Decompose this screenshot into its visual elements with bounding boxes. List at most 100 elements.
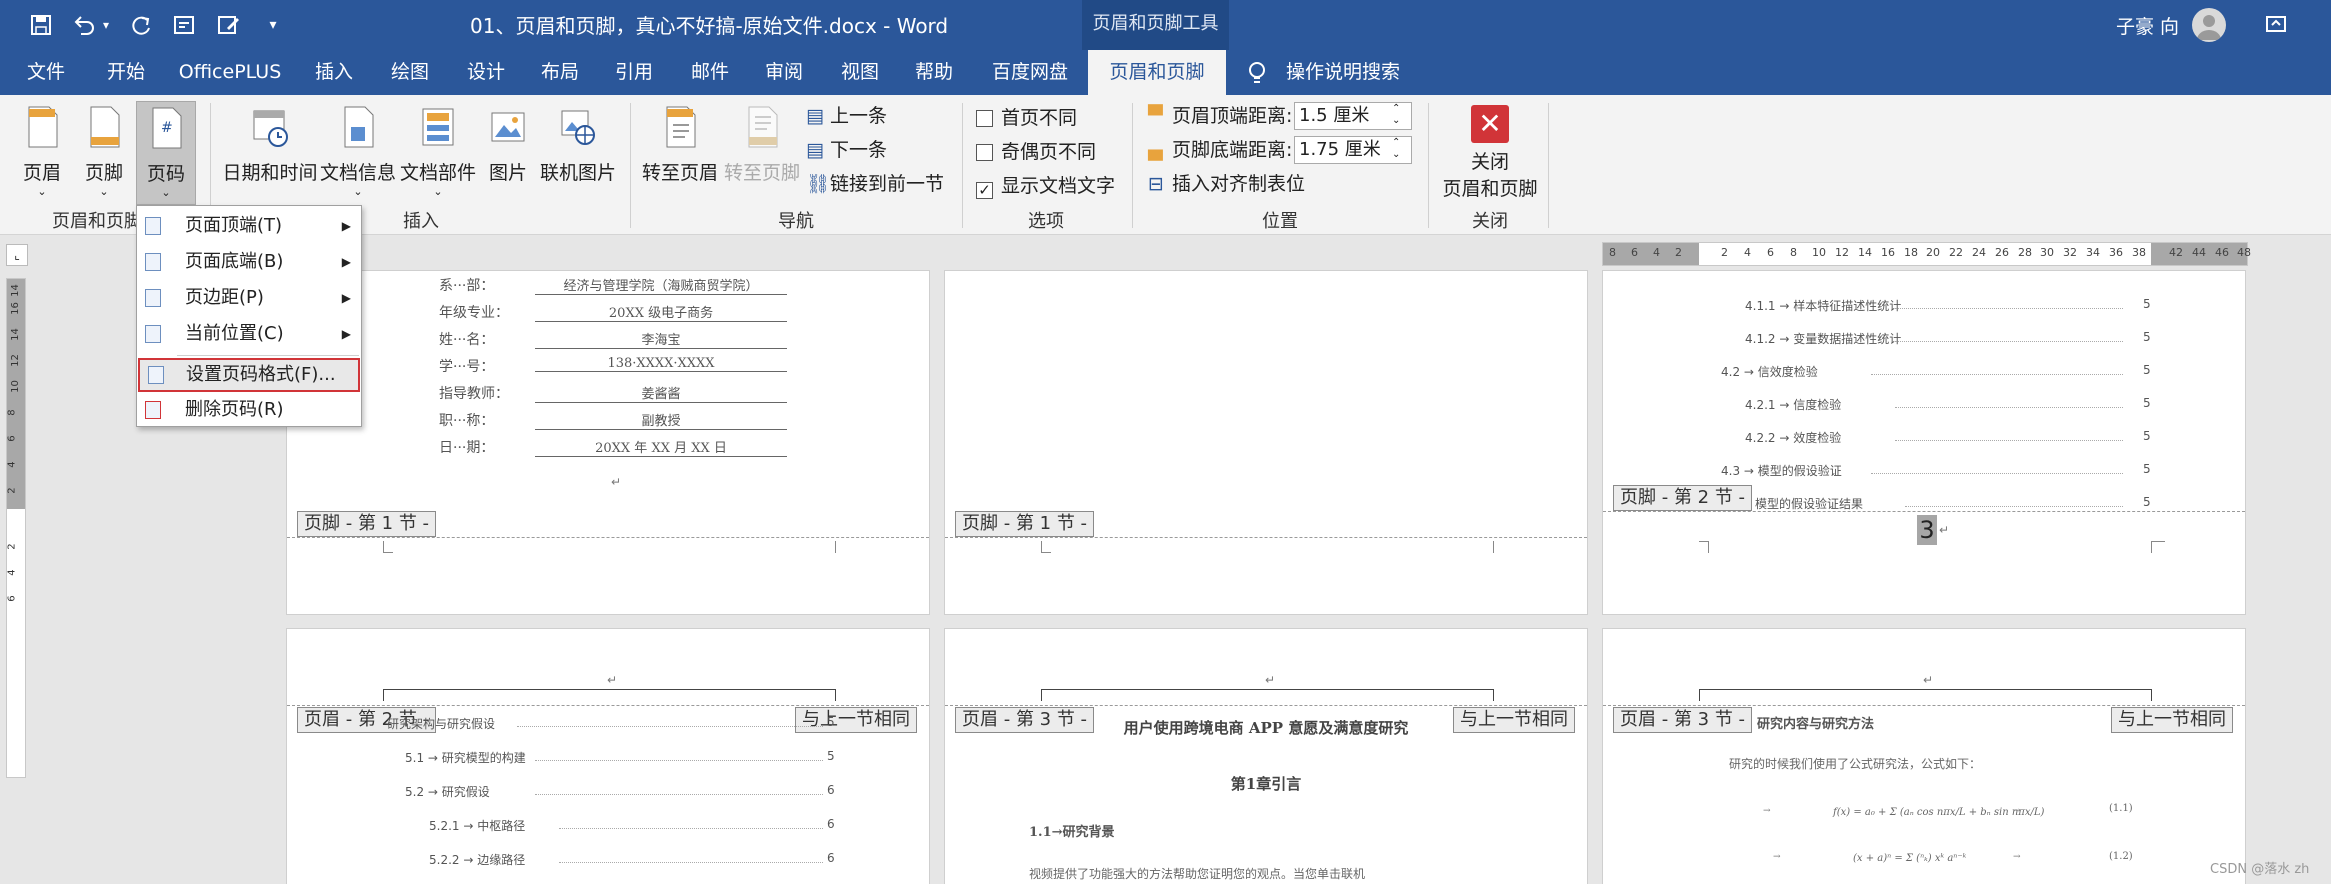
menu-item-current-position[interactable]: 当前位置(C) ▶ xyxy=(137,318,361,350)
header-distance-text: 页眉顶端距离: xyxy=(1172,105,1293,127)
page-1-bottom[interactable]: 系···部： 经济与管理学院（海贼商贸学院） 年级专业： 20XX 级电子商务 姓···… xyxy=(286,270,930,615)
document-main-title: 用户使用跨境电商 APP 意愿及满意度研究 xyxy=(1123,719,1409,737)
undo-icon[interactable] xyxy=(70,10,100,40)
vertical-ruler[interactable]: 14 16 14 12 10 8 6 4 2 2 4 6 xyxy=(6,278,26,778)
goto-header-button[interactable]: 转至页眉 xyxy=(640,105,720,185)
menu-item-top-of-page[interactable]: 页面顶端(T) ▶ xyxy=(137,210,361,242)
header-boundary xyxy=(945,705,1587,706)
menu-item-bottom-of-page[interactable]: 页面底端(B) ▶ xyxy=(137,246,361,278)
toc-entry[interactable]: 4.2 → 信效度检验 xyxy=(1721,363,1818,380)
page-5-top[interactable]: ↵ 页眉 - 第 3 节 - 与上一节相同 用户使用跨境电商 APP 意愿及满意… xyxy=(944,628,1588,884)
menu-item-remove-page-numbers[interactable]: 删除页码(R) xyxy=(137,394,361,426)
crop-mark xyxy=(835,541,845,553)
show-document-text-checkbox[interactable]: ✓ 显示文档文字 xyxy=(976,172,1115,200)
tab-draw[interactable]: 绘图 xyxy=(382,50,438,95)
toc-leader xyxy=(1871,374,2123,375)
toc-leader xyxy=(535,794,823,795)
toc-entry[interactable]: 模型的假设验证结果 xyxy=(1755,495,1863,512)
tab-insert[interactable]: 插入 xyxy=(306,50,362,95)
footer-button[interactable]: 页脚 ⌄ xyxy=(76,105,132,198)
tab-mailings[interactable]: 邮件 xyxy=(682,50,738,95)
toc-entry[interactable]: 4.1.1 → 样本特征描述性统计 xyxy=(1745,297,1901,314)
tab-selector[interactable]: ⌞ xyxy=(6,244,28,266)
different-odd-even-checkbox[interactable]: 奇偶页不同 xyxy=(976,138,1096,166)
page-6-top[interactable]: ↵ 页眉 - 第 3 节 - 与上一节相同 研究内容与研究方法 研究的时候我们使… xyxy=(1602,628,2246,884)
page-2-bottom[interactable]: 页脚 - 第 1 节 - xyxy=(944,270,1588,615)
current-position-icon xyxy=(145,325,161,343)
ruler-number: 4 xyxy=(6,461,18,468)
page-number-button[interactable]: # 页码 ⌄ xyxy=(136,101,196,205)
page-4-top[interactable]: ↵ 页眉 - 第 2 节 - 与上一节相同 研究架构与研究假设 5 5.1 → 研究… xyxy=(286,628,930,884)
footer-label: 页脚 xyxy=(84,162,123,184)
undo-dropdown-icon[interactable]: ▾ xyxy=(98,10,114,40)
tab-view[interactable]: 视图 xyxy=(832,50,888,95)
tab-references[interactable]: 引用 xyxy=(606,50,662,95)
tab-baidu-netdisk[interactable]: 百度网盘 xyxy=(984,50,1076,95)
body-paragraph: 视频提供了功能强大的方法帮助您证明您的观点。当您单击联机 xyxy=(1029,867,1366,881)
header-button[interactable]: 页眉 ⌄ xyxy=(14,105,70,198)
menu-item-label: 设置页码格式(F)... xyxy=(186,364,336,385)
picture-button[interactable]: 图片 xyxy=(484,105,532,185)
document-info-label: 文档信息 xyxy=(320,162,397,184)
submenu-arrow-icon: ▶ xyxy=(341,291,351,305)
online-pictures-button[interactable]: 联机图片 xyxy=(538,105,618,185)
menu-item-page-margins[interactable]: 页边距(P) ▶ xyxy=(137,282,361,314)
spin-arrows-icon[interactable]: ⌃ ⌄ xyxy=(1392,137,1400,161)
ruler-number: 4 xyxy=(1744,246,1751,259)
avatar[interactable] xyxy=(2192,8,2226,42)
cover-field-label: 学···号： xyxy=(439,359,495,375)
customize-qat-icon[interactable]: ▾ xyxy=(258,10,288,40)
tab-layout[interactable]: 布局 xyxy=(532,50,588,95)
tab-home[interactable]: 开始 xyxy=(98,50,154,95)
toc-entry[interactable]: 4.2.1 → 信度检验 xyxy=(1745,396,1841,413)
tab-review[interactable]: 审阅 xyxy=(756,50,812,95)
cover-field-value: 20XX 年 XX 月 XX 日 xyxy=(535,437,787,457)
same-as-previous-tag: 与上一节相同 xyxy=(795,707,917,733)
tab-officeplus[interactable]: OfficePLUS xyxy=(174,50,286,95)
crop-mark xyxy=(1699,541,1709,553)
toc-entry[interactable]: 5.2 → 研究假设 xyxy=(405,783,490,800)
crop-mark xyxy=(383,541,393,553)
ruler-number: 48 xyxy=(2237,246,2251,259)
tell-me-search[interactable]: 操作说明搜索 xyxy=(1286,50,1400,95)
toc-entry[interactable]: 5.1 → 研究模型的构建 xyxy=(405,749,526,766)
header-distance-icon: ▀ xyxy=(1148,105,1163,127)
save-icon[interactable] xyxy=(26,10,56,40)
goto-footer-button[interactable]: 转至页脚 xyxy=(722,105,802,185)
tab-file[interactable]: 文件 xyxy=(18,50,74,95)
horizontal-ruler[interactable]: 8 6 4 2 2 4 6 8 10 12 14 16 18 20 22 24 26 28 30 32 34 36 38 42… xyxy=(1602,242,2251,266)
toc-entry[interactable]: 4.3 → 模型的假设验证 xyxy=(1721,462,1842,479)
different-first-page-checkbox[interactable]: 首页不同 xyxy=(976,104,1077,132)
format-page-number-icon xyxy=(148,366,164,384)
quick-parts-button[interactable]: 文档部件 ⌄ xyxy=(398,105,478,198)
page-number-field[interactable]: 3 xyxy=(1917,515,1937,545)
header-rule xyxy=(383,689,835,690)
date-time-button[interactable]: 日期和时间 xyxy=(222,105,318,185)
toc-entry[interactable]: 5.2.2 → 边缘路径 xyxy=(429,851,525,868)
header-rule-left xyxy=(1699,689,1700,701)
previous-button[interactable]: ▤ 上一条 xyxy=(806,102,887,130)
toc-entry[interactable]: 4.1.2 → 变量数据描述性统计 xyxy=(1745,330,1901,347)
redo-icon[interactable] xyxy=(126,10,156,40)
link-to-previous-button[interactable]: ⛓链接到前一节 xyxy=(806,170,944,198)
menu-item-format-page-numbers[interactable]: 设置页码格式(F)... xyxy=(138,358,360,392)
page-3-bottom[interactable]: 4.1.1 → 样本特征描述性统计 5 4.1.2 → 变量数据描述性统计 5 4.2 … xyxy=(1602,270,2246,615)
tab-help[interactable]: 帮助 xyxy=(906,50,962,95)
tab-header-footer[interactable]: 页眉和页脚 xyxy=(1088,50,1226,95)
toc-entry[interactable]: 5.2.1 → 中枢路径 xyxy=(429,817,525,834)
user-name[interactable]: 子豪 向 xyxy=(2116,12,2179,39)
close-header-footer-button[interactable]: ✕ 关闭 页眉和页脚 xyxy=(1436,105,1544,201)
insert-alignment-tab-button[interactable]: ⊟ 插入对齐制表位 xyxy=(1148,170,1305,198)
spin-arrows-icon[interactable]: ⌃ ⌄ xyxy=(1392,103,1400,127)
document-info-button[interactable]: 文档信息 ⌄ xyxy=(320,105,396,198)
edit-form-icon[interactable] xyxy=(214,10,244,40)
chevron-down-icon: ⌄ xyxy=(353,185,363,198)
next-button[interactable]: ▤ 下一条 xyxy=(806,136,887,164)
header-rule-left xyxy=(383,689,384,701)
ribbon-display-icon[interactable] xyxy=(2264,12,2288,36)
form-icon[interactable] xyxy=(170,10,200,40)
tab-design[interactable]: 设计 xyxy=(458,50,514,95)
toc-entry[interactable]: 4.2.2 → 效度检验 xyxy=(1745,429,1841,446)
toc-entry[interactable]: 研究架构与研究假设 xyxy=(387,715,495,732)
chevron-down-icon: ⌄ xyxy=(99,185,109,198)
